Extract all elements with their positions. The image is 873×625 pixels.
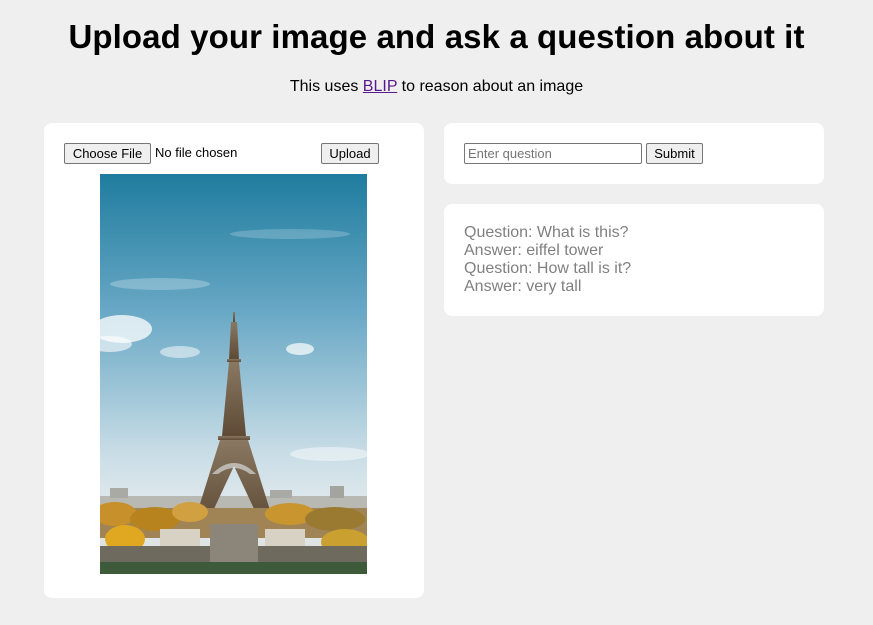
eiffel-tower-photo: [100, 174, 367, 574]
question-input[interactable]: [464, 143, 642, 164]
qa-history-line: Question: What is this?: [464, 224, 629, 241]
page-title: Upload your image and ask a question abo…: [68, 18, 805, 55]
blip-link[interactable]: BLIP: [363, 78, 397, 95]
upload-card: Choose File No file chosen Upload: [44, 123, 424, 598]
qa-history-line: Question: How tall is it?: [464, 260, 632, 277]
subtitle-suffix: to reason about an image: [397, 78, 584, 95]
upload-button[interactable]: Upload: [321, 143, 379, 164]
subtitle-prefix: This uses: [289, 78, 363, 95]
qa-history-card: Question: What is this? Answer: eiffel t…: [444, 204, 824, 316]
submit-button[interactable]: Submit: [646, 143, 703, 164]
choose-file-button[interactable]: Choose File: [64, 143, 151, 164]
file-status: No file chosen: [155, 145, 238, 160]
qa-history-line: Answer: very tall: [464, 278, 582, 295]
qa-history-line: Answer: eiffel tower: [464, 242, 604, 259]
qa-history-list: Question: What is this? Answer: eiffel t…: [464, 224, 631, 296]
image-preview: [100, 174, 367, 574]
question-card: Submit: [444, 123, 824, 184]
subtitle: This uses BLIP to reason about an image: [0, 78, 873, 96]
